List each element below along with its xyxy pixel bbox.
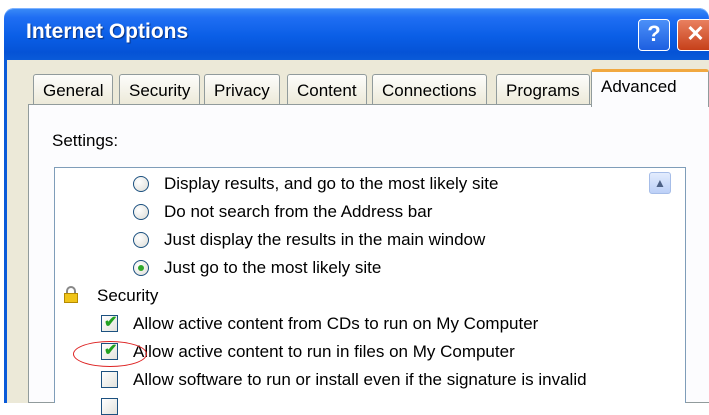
radio-selected-dot (138, 265, 144, 271)
settings-label: Settings: (52, 131, 119, 150)
title-bar[interactable]: Internet Options ? ✕ (4, 8, 709, 60)
window-title: Internet Options (26, 20, 189, 43)
radio-label: Display results, and go to the most like… (164, 174, 499, 193)
tab-privacy[interactable]: Privacy (204, 74, 280, 105)
tab-general[interactable]: General (33, 74, 114, 105)
close-button[interactable]: ✕ (677, 19, 709, 51)
tab-advanced[interactable]: Advanced (591, 69, 709, 107)
radio-display-results[interactable] (133, 176, 149, 192)
checkbox-label: Allow software to run or install even if… (133, 370, 587, 389)
checkbox-label: Allow active content from CDs to run on … (133, 314, 539, 333)
help-button[interactable]: ? (638, 19, 670, 51)
tab-content[interactable]: Content (287, 74, 367, 105)
radio-just-go[interactable] (133, 260, 149, 276)
tab-connections[interactable]: Connections (372, 74, 487, 105)
tab-security[interactable]: Security (119, 74, 201, 105)
checkbox-allow-unsigned-software[interactable] (101, 371, 118, 388)
security-group-label: Security (97, 286, 159, 305)
checkbox-allow-cd-content[interactable]: ✔ (101, 314, 118, 332)
annotation-ellipse (73, 341, 147, 367)
lock-icon (64, 286, 78, 303)
radio-just-display[interactable] (133, 232, 149, 248)
tab-programs[interactable]: Programs (496, 74, 590, 105)
checkbox-label: Allow active content to run in files on … (133, 342, 515, 361)
radio-label: Just go to the most likely site (164, 258, 382, 277)
checkbox-partial[interactable] (101, 398, 118, 415)
check-icon: ✔ (104, 314, 118, 331)
radio-do-not-search[interactable] (133, 204, 149, 220)
radio-label: Just display the results in the main win… (164, 230, 486, 249)
scroll-up-button[interactable]: ▲ (649, 172, 671, 194)
radio-label: Do not search from the Address bar (164, 202, 433, 221)
